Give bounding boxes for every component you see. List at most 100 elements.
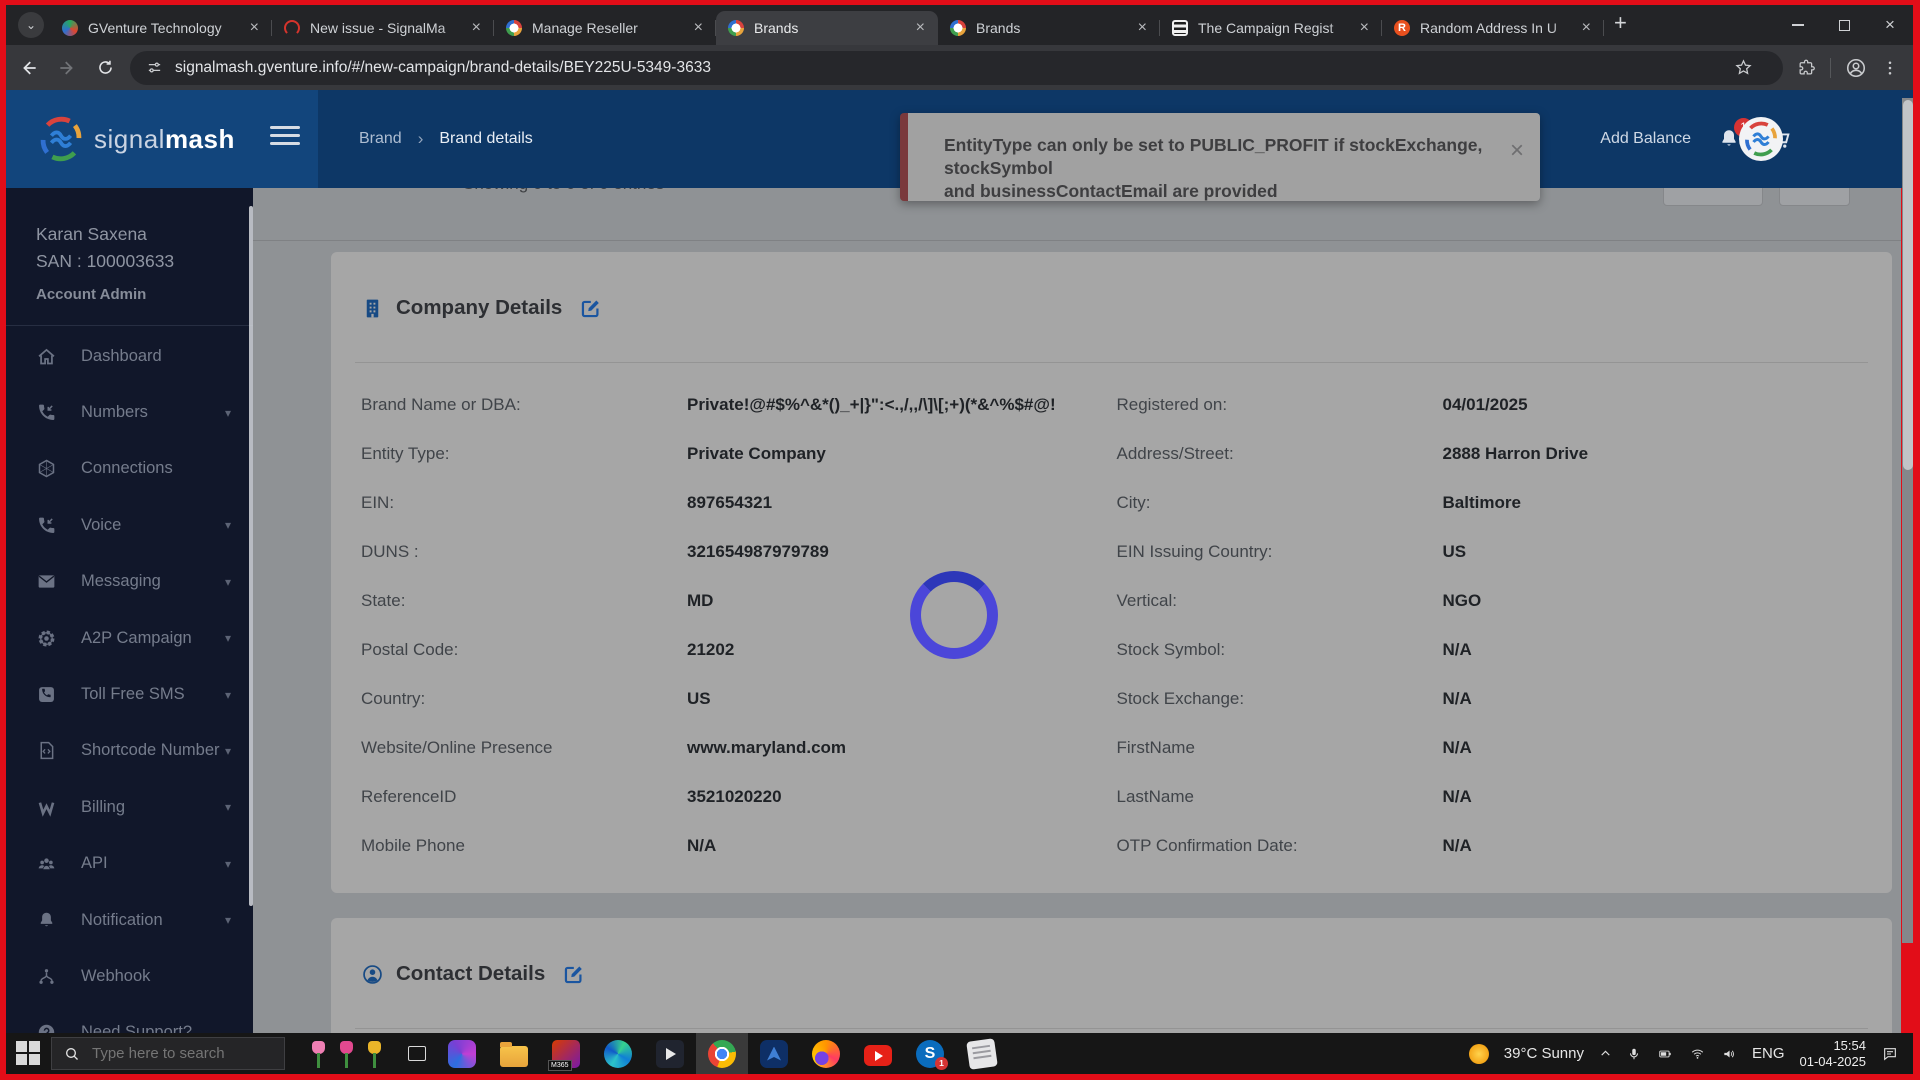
- forward-button[interactable]: [52, 53, 82, 83]
- hamburger-menu-icon[interactable]: [270, 126, 300, 150]
- window-maximize-button[interactable]: [1821, 5, 1867, 45]
- tab-brands[interactable]: Brands×: [938, 11, 1160, 45]
- field-row: Stock Symbol:N/A: [1117, 625, 1873, 674]
- speaker-icon[interactable]: [1721, 1047, 1737, 1061]
- tab-close-icon[interactable]: ×: [469, 19, 484, 37]
- signalmash-app-icon[interactable]: S1: [916, 1040, 944, 1068]
- microphone-icon[interactable]: [1627, 1046, 1641, 1062]
- taskbar-search-input[interactable]: [90, 1044, 260, 1063]
- file-explorer-icon[interactable]: [500, 1046, 528, 1067]
- field-label: LastName: [1117, 787, 1443, 807]
- sidebar-item-api[interactable]: API▾: [6, 836, 253, 892]
- back-button[interactable]: [14, 53, 44, 83]
- tulips-widget-icon[interactable]: [311, 1039, 382, 1069]
- tab-close-icon[interactable]: ×: [1357, 19, 1372, 37]
- extensions-puzzle-icon[interactable]: [1797, 58, 1816, 77]
- field-value: Private Company: [687, 444, 826, 464]
- sidebar-item-billing[interactable]: Billing▾: [6, 779, 253, 835]
- tab-brands[interactable]: Brands×: [716, 11, 938, 45]
- sidebar-item-label: Shortcode Number: [81, 741, 225, 760]
- firefox-browser-icon[interactable]: [812, 1040, 840, 1068]
- loading-spinner: [910, 571, 998, 659]
- rocket-app-icon[interactable]: [760, 1040, 788, 1068]
- breadcrumb-parent[interactable]: Brand: [359, 130, 402, 148]
- reload-button[interactable]: [90, 53, 120, 83]
- breadcrumb-separator-icon: ›: [418, 129, 424, 149]
- tab-close-icon[interactable]: ×: [691, 19, 706, 37]
- tab-close-icon[interactable]: ×: [1135, 19, 1150, 37]
- battery-icon[interactable]: [1656, 1047, 1674, 1061]
- edit-company-details-icon[interactable]: [580, 297, 602, 319]
- windows-taskbar: M365 S1 39°C Sunny ENG 15:54 01-04-2025: [6, 1033, 1913, 1074]
- field-row: OTP Confirmation Date:N/A: [1117, 821, 1873, 870]
- sidebar-item-need-support[interactable]: Need Support?: [6, 1005, 253, 1033]
- sidebar-item-label: Messaging: [81, 572, 225, 591]
- sidebar-item-voice[interactable]: Voice▾: [6, 497, 253, 553]
- scrollbar-thumb[interactable]: [1903, 100, 1913, 470]
- signalmash-logo-icon[interactable]: [38, 116, 84, 162]
- language-indicator[interactable]: ENG: [1752, 1045, 1785, 1062]
- sidebar-item-shortcode-number[interactable]: Shortcode Number▾: [6, 723, 253, 779]
- site-settings-icon[interactable]: [146, 59, 163, 76]
- sidebar-scrollbar-thumb[interactable]: [249, 206, 253, 906]
- field-label: Entity Type:: [361, 444, 687, 464]
- sidebar-item-notification[interactable]: Notification▾: [6, 892, 253, 948]
- account-avatar[interactable]: [1739, 117, 1783, 161]
- field-row: Website/Online Presencewww.maryland.com: [361, 723, 1117, 772]
- wifi-icon[interactable]: [1689, 1047, 1706, 1061]
- toast-close-icon[interactable]: ×: [1510, 139, 1524, 163]
- field-label: Mobile Phone: [361, 836, 687, 856]
- taskbar-search-box[interactable]: [51, 1037, 285, 1070]
- youtube-app-icon[interactable]: [864, 1045, 892, 1066]
- weather-sun-icon[interactable]: [1469, 1044, 1489, 1064]
- weather-text[interactable]: 39°C Sunny: [1504, 1045, 1584, 1062]
- sidebar-item-numbers[interactable]: Numbers▾: [6, 384, 253, 440]
- window-minimize-button[interactable]: [1775, 5, 1821, 45]
- edit-contact-details-icon[interactable]: [563, 963, 585, 985]
- field-label: Brand Name or DBA:: [361, 395, 687, 415]
- sidebar-item-toll-free-sms[interactable]: Toll Free SMS▾: [6, 666, 253, 722]
- sidebar-item-webhook[interactable]: Webhook: [6, 948, 253, 1004]
- sidebar-item-connections[interactable]: Connections: [6, 441, 253, 497]
- task-view-icon[interactable]: [408, 1046, 426, 1061]
- chevron-down-icon: ▾: [225, 800, 231, 814]
- notifications-bell-button[interactable]: 1: [1717, 127, 1741, 151]
- sidebar-item-a2p-campaign[interactable]: A2P Campaign▾: [6, 610, 253, 666]
- menu-dots-icon[interactable]: [1881, 59, 1899, 77]
- tab-random-address-in-u[interactable]: RRandom Address In U×: [1382, 11, 1604, 45]
- field-label: City:: [1117, 493, 1443, 513]
- add-balance-link[interactable]: Add Balance: [1600, 130, 1691, 148]
- tab-close-icon[interactable]: ×: [1579, 19, 1594, 37]
- media-player-icon[interactable]: [656, 1040, 684, 1068]
- url-text[interactable]: signalmash.gventure.info/#/new-campaign/…: [175, 59, 711, 77]
- sidebar-item-messaging[interactable]: Messaging▾: [6, 554, 253, 610]
- chrome-active-tile[interactable]: [696, 1033, 748, 1074]
- tab-manage-reseller[interactable]: Manage Reseller×: [494, 11, 716, 45]
- sidebar-item-label: Toll Free SMS: [81, 685, 225, 704]
- tray-chevron-up-icon[interactable]: [1599, 1047, 1612, 1060]
- tab-gventure-technology[interactable]: GVenture Technology×: [50, 11, 272, 45]
- tab-close-icon[interactable]: ×: [247, 19, 262, 37]
- chrome-browser-icon[interactable]: [708, 1040, 736, 1068]
- profile-icon[interactable]: [1845, 57, 1867, 79]
- sidebar-item-label: Connections: [81, 459, 231, 478]
- gventure-favicon-icon: [62, 20, 78, 36]
- file-code-icon: [36, 740, 57, 761]
- window-close-button[interactable]: ×: [1867, 5, 1913, 45]
- clock[interactable]: 15:54 01-04-2025: [1800, 1038, 1867, 1070]
- address-bar[interactable]: signalmash.gventure.info/#/new-campaign/…: [130, 51, 1783, 85]
- action-center-icon[interactable]: [1881, 1046, 1899, 1062]
- bookmark-star-icon[interactable]: [1734, 58, 1753, 77]
- tab-new-issue-signalma[interactable]: New issue - SignalMa×: [272, 11, 494, 45]
- start-button-icon[interactable]: [16, 1041, 41, 1066]
- tab-search-chevron-icon[interactable]: ⌄: [18, 12, 44, 38]
- m365-app-icon[interactable]: M365: [552, 1040, 580, 1068]
- office-app-icon[interactable]: [448, 1040, 476, 1068]
- tab-the-campaign-regist[interactable]: The Campaign Regist×: [1160, 11, 1382, 45]
- sidebar-item-dashboard[interactable]: Dashboard: [6, 328, 253, 384]
- notebook-app-icon[interactable]: [966, 1038, 998, 1070]
- tab-close-icon[interactable]: ×: [913, 19, 928, 37]
- new-tab-button[interactable]: +: [1614, 10, 1627, 36]
- edge-browser-icon[interactable]: [604, 1040, 632, 1068]
- chevron-down-icon: ▾: [225, 406, 231, 420]
